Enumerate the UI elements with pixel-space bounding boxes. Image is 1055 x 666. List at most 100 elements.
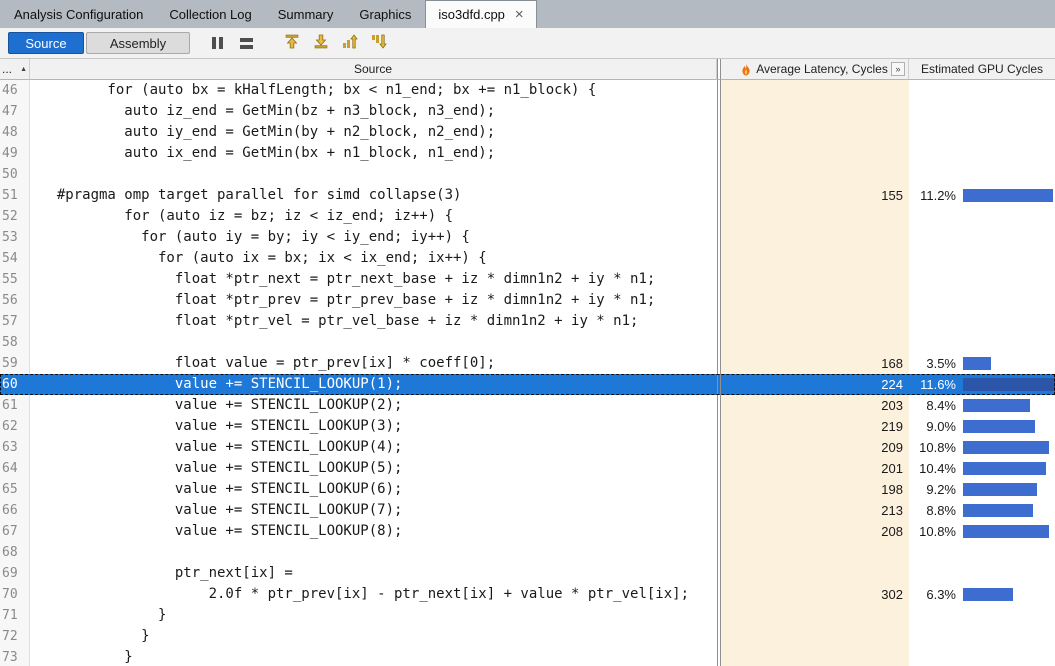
gpu-cycles-bar: [963, 504, 1033, 517]
source-row-54[interactable]: 54 for (auto ix = bx; ix < ix_end; ix++)…: [0, 248, 1055, 269]
tab-iso3dfd-cpp[interactable]: iso3dfd.cpp×: [425, 0, 536, 28]
gpu-cycles-cell: [909, 605, 1055, 626]
tab-graphics[interactable]: Graphics: [347, 0, 423, 28]
line-number: 52: [0, 206, 30, 227]
latency-value: 302: [721, 584, 909, 605]
expand-columns-icon[interactable]: »: [891, 62, 905, 76]
gpu-percent: 10.8%: [909, 524, 956, 539]
column-header-source[interactable]: Source: [30, 59, 717, 80]
toolbar: Source Assembly: [0, 28, 1055, 58]
source-code: value += STENCIL_LOOKUP(5);: [30, 458, 717, 479]
column-header-gpu-label: Estimated GPU Cycles: [921, 62, 1043, 76]
source-code: #pragma omp target parallel for simd col…: [30, 185, 717, 206]
gpu-cycles-cell: [909, 290, 1055, 311]
gpu-cycles-cell: 11.2%: [909, 185, 1055, 206]
latency-value: [721, 122, 909, 143]
source-row-73[interactable]: 73 }: [0, 647, 1055, 666]
source-row-57[interactable]: 57 float *ptr_vel = ptr_vel_base + iz * …: [0, 311, 1055, 332]
go-to-next-hotspot-button[interactable]: [307, 31, 334, 55]
line-number: 73: [0, 647, 30, 666]
latency-value: 209: [721, 437, 909, 458]
gpu-cycles-cell: 6.3%: [909, 584, 1055, 605]
source-row-47[interactable]: 47 auto iz_end = GetMin(bz + n3_block, n…: [0, 101, 1055, 122]
source-row-52[interactable]: 52 for (auto iz = bz; iz < iz_end; iz++)…: [0, 206, 1055, 227]
gpu-cycles-bar: [963, 378, 1055, 391]
source-row-69[interactable]: 69 ptr_next[ix] =: [0, 563, 1055, 584]
column-header-latency[interactable]: Average Latency, Cycles »: [721, 59, 909, 80]
latency-value: [721, 563, 909, 584]
tab-analysis-configuration[interactable]: Analysis Configuration: [2, 0, 155, 28]
line-number: 67: [0, 521, 30, 542]
source-row-70[interactable]: 70 2.0f * ptr_prev[ix] - ptr_next[ix] + …: [0, 584, 1055, 605]
source-code: auto iz_end = GetMin(bz + n3_block, n3_e…: [30, 101, 717, 122]
source-row-67[interactable]: 67 value += STENCIL_LOOKUP(8);20810.8%: [0, 521, 1055, 542]
source-row-66[interactable]: 66 value += STENCIL_LOOKUP(7);2138.8%: [0, 500, 1055, 521]
go-to-prev-hotspot-button[interactable]: [278, 31, 305, 55]
gpu-cycles-cell: [909, 227, 1055, 248]
latency-value: 168: [721, 353, 909, 374]
latency-value: [721, 80, 909, 101]
source-row-49[interactable]: 49 auto ix_end = GetMin(bx + n1_block, n…: [0, 143, 1055, 164]
side-by-side-panes-button[interactable]: [204, 31, 231, 55]
latency-value: [721, 269, 909, 290]
latency-value: [721, 290, 909, 311]
source-table-body: 46 for (auto bx = kHalfLength; bx < n1_e…: [0, 80, 1055, 666]
gpu-cycles-cell: [909, 101, 1055, 122]
gpu-cycles-cell: [909, 122, 1055, 143]
source-row-53[interactable]: 53 for (auto iy = by; iy < iy_end; iy++)…: [0, 227, 1055, 248]
source-row-56[interactable]: 56 float *ptr_prev = ptr_prev_base + iz …: [0, 290, 1055, 311]
gpu-percent: 8.8%: [909, 503, 956, 518]
line-number: 71: [0, 605, 30, 626]
source-code: }: [30, 626, 717, 647]
latency-value: 219: [721, 416, 909, 437]
line-number: 70: [0, 584, 30, 605]
tab-label: Graphics: [359, 7, 411, 22]
stacked-panes-button[interactable]: [233, 31, 260, 55]
source-row-46[interactable]: 46 for (auto bx = kHalfLength; bx < n1_e…: [0, 80, 1055, 101]
source-row-61[interactable]: 61 value += STENCIL_LOOKUP(2);2038.4%: [0, 395, 1055, 416]
source-view-button[interactable]: Source: [8, 32, 84, 54]
line-number: 60: [0, 374, 30, 395]
source-row-63[interactable]: 63 value += STENCIL_LOOKUP(4);20910.8%: [0, 437, 1055, 458]
source-code: }: [30, 647, 717, 666]
tab-close-icon[interactable]: ×: [515, 7, 524, 22]
tab-summary[interactable]: Summary: [266, 0, 346, 28]
go-to-next-function-hotspot-button[interactable]: [365, 31, 392, 55]
source-row-65[interactable]: 65 value += STENCIL_LOOKUP(6);1989.2%: [0, 479, 1055, 500]
tab-collection-log[interactable]: Collection Log: [157, 0, 263, 28]
latency-value: [721, 227, 909, 248]
gpu-cycles-cell: 11.6%: [909, 374, 1055, 395]
source-code: value += STENCIL_LOOKUP(2);: [30, 395, 717, 416]
source-row-55[interactable]: 55 float *ptr_next = ptr_next_base + iz …: [0, 269, 1055, 290]
source-row-51[interactable]: 51 #pragma omp target parallel for simd …: [0, 185, 1055, 206]
column-header-line[interactable]: ... ▲: [0, 59, 30, 80]
column-header-gpu[interactable]: Estimated GPU Cycles: [909, 59, 1055, 80]
source-row-62[interactable]: 62 value += STENCIL_LOOKUP(3);2199.0%: [0, 416, 1055, 437]
gpu-cycles-cell: [909, 542, 1055, 563]
source-row-71[interactable]: 71 }: [0, 605, 1055, 626]
gpu-cycles-cell: 9.2%: [909, 479, 1055, 500]
gpu-cycles-cell: [909, 80, 1055, 101]
source-code: float *ptr_next = ptr_next_base + iz * d…: [30, 269, 717, 290]
source-row-60[interactable]: 60 value += STENCIL_LOOKUP(1);22411.6%: [0, 374, 1055, 395]
gpu-cycles-cell: [909, 248, 1055, 269]
line-number: 61: [0, 395, 30, 416]
go-to-prev-function-hotspot-button[interactable]: [336, 31, 363, 55]
column-header-source-label: Source: [354, 62, 392, 76]
source-code: auto iy_end = GetMin(by + n2_block, n2_e…: [30, 122, 717, 143]
source-code: [30, 164, 717, 185]
gpu-cycles-cell: [909, 626, 1055, 647]
line-number: 66: [0, 500, 30, 521]
source-row-58[interactable]: 58: [0, 332, 1055, 353]
source-row-50[interactable]: 50: [0, 164, 1055, 185]
source-code: for (auto iz = bz; iz < iz_end; iz++) {: [30, 206, 717, 227]
assembly-view-button[interactable]: Assembly: [86, 32, 190, 54]
source-row-59[interactable]: 59 float value = ptr_prev[ix] * coeff[0]…: [0, 353, 1055, 374]
source-row-72[interactable]: 72 }: [0, 626, 1055, 647]
source-row-64[interactable]: 64 value += STENCIL_LOOKUP(5);20110.4%: [0, 458, 1055, 479]
source-code: 2.0f * ptr_prev[ix] - ptr_next[ix] + val…: [30, 584, 717, 605]
line-number: 48: [0, 122, 30, 143]
source-row-68[interactable]: 68: [0, 542, 1055, 563]
source-code: for (auto bx = kHalfLength; bx < n1_end;…: [30, 80, 717, 101]
source-row-48[interactable]: 48 auto iy_end = GetMin(by + n2_block, n…: [0, 122, 1055, 143]
